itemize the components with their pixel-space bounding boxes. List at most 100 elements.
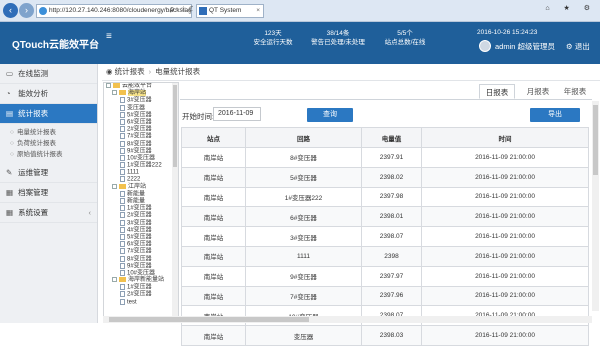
tree-node[interactable]: 新能量	[104, 190, 178, 198]
sidebar-item-settings[interactable]: ▦ 系统设置 ‹	[0, 203, 97, 223]
column-header-site[interactable]: 站点	[181, 127, 246, 148]
tree-node[interactable]: 2#变压器	[104, 291, 178, 298]
tree-node-label: 7#变压器	[127, 133, 152, 140]
sidebar-item-online-monitor[interactable]: ▭ 在线监测	[0, 64, 97, 84]
station-tree[interactable]: 云能效平台 海岸站 3#变压器 变压器 5#变压器 6#变压器 2#变压器 7#变压器 8#变压…	[103, 82, 179, 320]
horizontal-scrollbar[interactable]	[103, 316, 592, 323]
column-header-circuit[interactable]: 回路	[245, 127, 362, 148]
tree-node[interactable]: 7#变压器	[104, 248, 178, 255]
table-row[interactable]: 南岸站 9#变压器 2397.97 2016-11-09 21:00:00	[181, 265, 589, 287]
tree-node-label: 5#变压器	[127, 234, 152, 241]
menu-toggle-icon[interactable]: ≡	[106, 31, 112, 42]
tab-yearly-report[interactable]: 年报表	[558, 84, 592, 99]
file-icon	[120, 111, 125, 118]
tree-node[interactable]: 变压器	[104, 104, 178, 112]
current-datetime: 2016-10-26 15:24:23	[477, 29, 538, 36]
browser-tab[interactable]: QT System ×	[196, 4, 264, 18]
breadcrumb-root[interactable]: 统计报表	[115, 67, 145, 76]
cell-circuit: 7#变压器	[245, 285, 362, 307]
sidebar-item-archive[interactable]: ▦ 档案管理	[0, 183, 97, 203]
table-row[interactable]: 南岸站 3#变压器 2398.07 2016-11-09 21:00:00	[181, 226, 589, 247]
sidebar-item-operations[interactable]: ✎ 运维管理	[0, 163, 97, 183]
tree-node[interactable]: 8#变压器	[104, 255, 178, 263]
tab-monthly-report[interactable]: 月报表	[520, 84, 556, 99]
file-icon	[120, 233, 125, 240]
expand-toggle-icon[interactable]	[112, 277, 117, 283]
tree-node[interactable]: 4#变压器	[104, 226, 178, 234]
tree-scroll-thumb[interactable]	[173, 85, 177, 167]
tree-node[interactable]: 江岸站	[104, 183, 178, 191]
file-icon	[120, 205, 125, 212]
stat-value: 38/14条	[326, 30, 350, 37]
stat-safe-days: 123天 安全运行天数	[248, 29, 298, 47]
forward-icon[interactable]: ›	[19, 3, 34, 18]
table-row[interactable]: 南岸站 6#变压器 2398.01 2016-11-09 21:00:00	[181, 206, 589, 228]
expand-toggle-icon[interactable]	[112, 90, 117, 96]
logout-button[interactable]: ⚙ 退出	[566, 41, 590, 52]
tree-node[interactable]: 5#变压器	[104, 111, 178, 119]
start-date-input[interactable]: 2016-11-09	[213, 107, 261, 121]
table-row[interactable]: 南岸站 8#变压器 2397.91 2016-11-09 21:00:00	[181, 147, 589, 168]
tree-node[interactable]: 1#变压器222	[104, 162, 178, 169]
tree-node[interactable]: 2#变压器	[104, 126, 178, 133]
tree-node-label: 6#变压器	[127, 241, 152, 248]
table-row[interactable]: 南岸站 变压器 2398.03 2016-11-09 21:00:00	[181, 325, 589, 346]
sidebar-item-reports[interactable]: ▤ 统计报表	[0, 104, 97, 124]
cell-energy: 2397.98	[361, 186, 422, 208]
horizontal-scroll-thumb[interactable]	[109, 317, 309, 322]
export-button[interactable]: 导出	[530, 108, 580, 122]
file-icon	[120, 212, 125, 219]
tree-node[interactable]: 9#变压器	[104, 147, 178, 155]
tree-node[interactable]: 1#变压器	[104, 284, 178, 291]
tree-node[interactable]: 海岸站	[104, 90, 178, 97]
tree-node[interactable]: 6#变压器	[104, 241, 178, 248]
table-row[interactable]: 南岸站 1111 2398 2016-11-09 21:00:00	[181, 245, 589, 267]
sidebar-subitem-raw-report[interactable]: ○ 原始值统计报表	[0, 149, 97, 160]
tree-node[interactable]: 10#变压器	[104, 154, 178, 162]
table-row[interactable]: 南岸站 5#变压器 2398.02 2016-11-09 21:00:00	[181, 166, 589, 188]
tree-node[interactable]: 1111	[104, 169, 178, 176]
tree-node[interactable]: 5#变压器	[104, 233, 178, 241]
file-icon	[120, 104, 125, 111]
tree-node[interactable]: 2#变压器	[104, 212, 178, 219]
tree-node[interactable]: 2222	[104, 176, 178, 183]
vertical-scroll-thumb[interactable]	[593, 105, 598, 175]
tree-scrollbar[interactable]	[172, 83, 178, 319]
tree-node[interactable]: 7#变压器	[104, 133, 178, 140]
table-row[interactable]: 南岸站 7#变压器 2397.96 2016-11-09 21:00:00	[181, 285, 589, 307]
tree-node[interactable]: 8#变压器	[104, 140, 178, 148]
table-row[interactable]: 南岸站 1#变压器222 2397.98 2016-11-09 21:00:00	[181, 186, 589, 208]
avatar[interactable]	[479, 40, 491, 52]
expand-toggle-icon[interactable]	[106, 83, 111, 88]
sidebar-item-efficiency[interactable]: ◔ 能效分析	[0, 84, 97, 104]
back-icon[interactable]: ‹	[3, 3, 18, 18]
column-header-time[interactable]: 时间	[421, 127, 589, 148]
column-header-energy[interactable]: 电量值	[361, 127, 422, 148]
browser-tools-icons[interactable]: ⌂ ★ ⚙	[545, 4, 596, 12]
breadcrumb-separator: ›	[148, 67, 152, 76]
sidebar-subitem-load-report[interactable]: ○ 负荷统计报表	[0, 138, 97, 149]
tree-node[interactable]: 6#变压器	[104, 118, 178, 126]
cell-site: 南岸站	[181, 245, 246, 267]
query-button[interactable]: 查询	[307, 108, 353, 122]
tree-node[interactable]: 9#变压器	[104, 262, 178, 270]
cell-time: 2016-11-09 21:00:00	[421, 186, 589, 208]
stat-label: 安全运行天数	[253, 39, 293, 46]
address-tools[interactable]: ρ - ☆ ℭ	[170, 4, 193, 16]
tab-daily-report[interactable]: 日报表	[479, 84, 515, 99]
user-menu[interactable]: admin 超级管理员	[495, 41, 555, 52]
sidebar-subitem-energy-report[interactable]: ○ 电量统计报表	[0, 127, 97, 138]
tree-node[interactable]: 3#变压器	[104, 97, 178, 104]
tree-node[interactable]: 新能量	[104, 198, 178, 205]
tree-node[interactable]: test	[104, 298, 178, 306]
page-vertical-scrollbar[interactable]	[592, 101, 599, 311]
tree-node[interactable]: 10#变压器	[104, 269, 178, 277]
address-bar[interactable]: http://120.27.140.246:8080/cloudenergy/b…	[36, 4, 192, 18]
expand-toggle-icon[interactable]	[112, 183, 117, 189]
tree-node[interactable]: 海岸新能量站	[104, 277, 178, 284]
close-tab-icon[interactable]: ×	[256, 5, 260, 17]
tree-node[interactable]: 1#变压器	[104, 205, 178, 212]
tree-node[interactable]: 3#变压器	[104, 219, 178, 227]
tree-node-label: 变压器	[127, 105, 146, 112]
cell-time: 2016-11-09 21:00:00	[421, 265, 589, 287]
